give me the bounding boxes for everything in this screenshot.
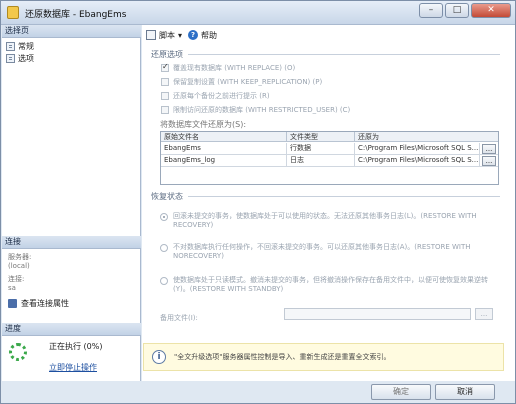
column-header-file-type: 文件类型 [287,132,355,142]
database-icon [7,6,19,19]
standby-file-input[interactable] [284,308,471,320]
page-icon [6,54,15,63]
ok-button[interactable]: 确定 [371,384,431,400]
keep-replication-checkbox[interactable]: 保留复制设置 (WITH KEEP_REPLICATION) (P) [161,77,322,87]
help-label: 帮助 [201,30,218,40]
divider [161,166,498,167]
checkbox-box [161,78,169,86]
maximize-button[interactable]: □ [445,3,469,18]
standby-file-label: 备用文件(I): [160,314,198,322]
page-icon [6,42,15,51]
connection-label: 连接: [8,275,25,283]
browse-button[interactable]: ... [482,156,496,166]
recovery-state-group-label: 恢复状态 [151,192,183,201]
restore-as-field[interactable]: C:\Program Files\Microsoft SQL S... [355,143,480,154]
restore-files-table: 原始文件名 文件类型 还原为 EbangEms 行数据 C:\Program F… [160,131,499,185]
table-cell: 日志 [287,155,355,166]
column-header-restore-as: 还原为 [355,132,498,142]
radio-button [160,277,168,285]
nav-item-options[interactable]: 选项 [6,53,34,64]
progress-spinner-icon [9,343,27,361]
properties-icon [8,299,17,308]
restore-files-as-label: 将数据库文件还原为(S): [160,120,247,129]
table-cell: EbangEms_log [161,155,287,166]
toolbar: 脚本 ▾ ? 帮助 [142,25,515,45]
checkbox-box [161,62,169,72]
overwrite-checkbox[interactable]: 覆盖现有数据库 (WITH REPLACE) (O) [161,62,296,73]
restore-database-window: 还原数据库 - EbangEms – □ ✕ 选择页 常规 选项 连接 服务器:… [0,0,516,404]
help-icon: ? [188,30,199,40]
stop-operation-label: 立即停止操作 [49,363,97,372]
recovery-radio[interactable]: 回滚未提交的事务，使数据库处于可以使用的状态。无法还原其他事务日志(L)。(RE… [160,212,493,230]
table-cell: 行数据 [287,143,355,154]
progress-header: 进度 [2,323,141,336]
restore-options-group-label: 还原选项 [151,50,183,59]
prompt-before-restore-checkbox[interactable]: 还原每个备份之前进行提示 (R) [161,91,270,101]
server-info: 服务器: (local) [8,253,31,271]
script-button[interactable]: 脚本 ▾ [146,30,182,41]
chevron-down-icon: ▾ [178,30,183,40]
script-icon [146,30,156,40]
standby-file-browse-button[interactable]: ... [475,308,493,320]
view-connection-properties-link[interactable]: 查看连接属性 [8,298,69,309]
info-text: "全文升级选项"服务器属性控制是导入、重新生成还是重置全文索引。 [174,353,391,361]
browse-button[interactable]: ... [482,144,496,154]
norecovery-label: 不对数据库执行任何操作，不回滚未提交的事务。可以还原其他事务日志(A)。(RES… [173,243,471,260]
title-bar: 还原数据库 - EbangEms – □ ✕ [1,1,515,25]
restricted-user-label: 限制访问还原的数据库 (WITH RESTRICTED_USER) (C) [173,106,351,114]
progress-status: 正在执行 (0%) [49,341,102,352]
minimize-button[interactable]: – [419,3,443,18]
connection-info: 连接: sa [8,275,24,293]
prompt-before-restore-label: 还原每个备份之前进行提示 (R) [173,92,270,100]
close-button[interactable]: ✕ [471,3,511,18]
restore-as-field[interactable]: C:\Program Files\Microsoft SQL S... [355,155,480,166]
checkbox-box [161,92,169,100]
nav-item-label: 常规 [18,42,34,51]
info-banner: i "全文升级选项"服务器属性控制是导入、重新生成还是重置全文索引。 [143,343,504,371]
stop-operation-link[interactable]: 立即停止操作 [49,362,97,373]
view-connection-properties-label: 查看连接属性 [21,299,69,308]
standby-label: 使数据库处于只读模式。撤消未提交的事务，但将撤消操作保存在备用文件中，以便可使恢… [173,276,488,293]
main-pane: 脚本 ▾ ? 帮助 还原选项 覆盖现有数据库 (WITH REPLACE) (O… [142,25,515,381]
server-label: 服务器: [8,253,32,261]
nav-item-label: 选项 [18,54,34,63]
restricted-user-checkbox[interactable]: 限制访问还原的数据库 (WITH RESTRICTED_USER) (C) [161,105,350,115]
standby-radio[interactable]: 使数据库处于只读模式。撤消未提交的事务，但将撤消操作保存在备用文件中，以便可使恢… [160,276,493,294]
nav-item-general[interactable]: 常规 [6,41,34,52]
progress-status-label: 正在执行 (0%) [49,342,103,351]
radio-button [160,213,168,221]
server-value: (local) [8,262,30,270]
script-label: 脚本 [159,30,175,40]
button-bar: 确定 取消 [142,381,515,403]
checkbox-box [161,106,169,114]
divider [188,54,500,55]
info-icon: i [152,350,166,364]
cancel-button[interactable]: 取消 [435,384,495,400]
select-page-header: 选择页 [2,25,141,38]
connection-value: sa [8,284,16,292]
norecovery-radio[interactable]: 不对数据库执行任何操作，不回滚未提交的事务。可以还原其他事务日志(A)。(RES… [160,243,493,261]
table-cell: EbangEms [161,143,287,154]
divider [188,196,500,197]
window-title: 还原数据库 - EbangEms [25,10,127,20]
column-header-original-file: 原始文件名 [161,132,287,142]
connection-header: 连接 [2,236,141,249]
window-controls: – □ ✕ [419,3,511,18]
radio-button [160,244,168,252]
overwrite-label: 覆盖现有数据库 (WITH REPLACE) (O) [173,64,296,72]
help-button[interactable]: ? 帮助 [188,30,217,41]
keep-replication-label: 保留复制设置 (WITH KEEP_REPLICATION) (P) [173,78,323,86]
left-pane: 选择页 常规 选项 连接 服务器: (local) 连接: sa 查看连接属性 … [2,25,141,381]
recovery-label: 回滚未提交的事务，使数据库处于可以使用的状态。无法还原其他事务日志(L)。(RE… [173,212,477,229]
